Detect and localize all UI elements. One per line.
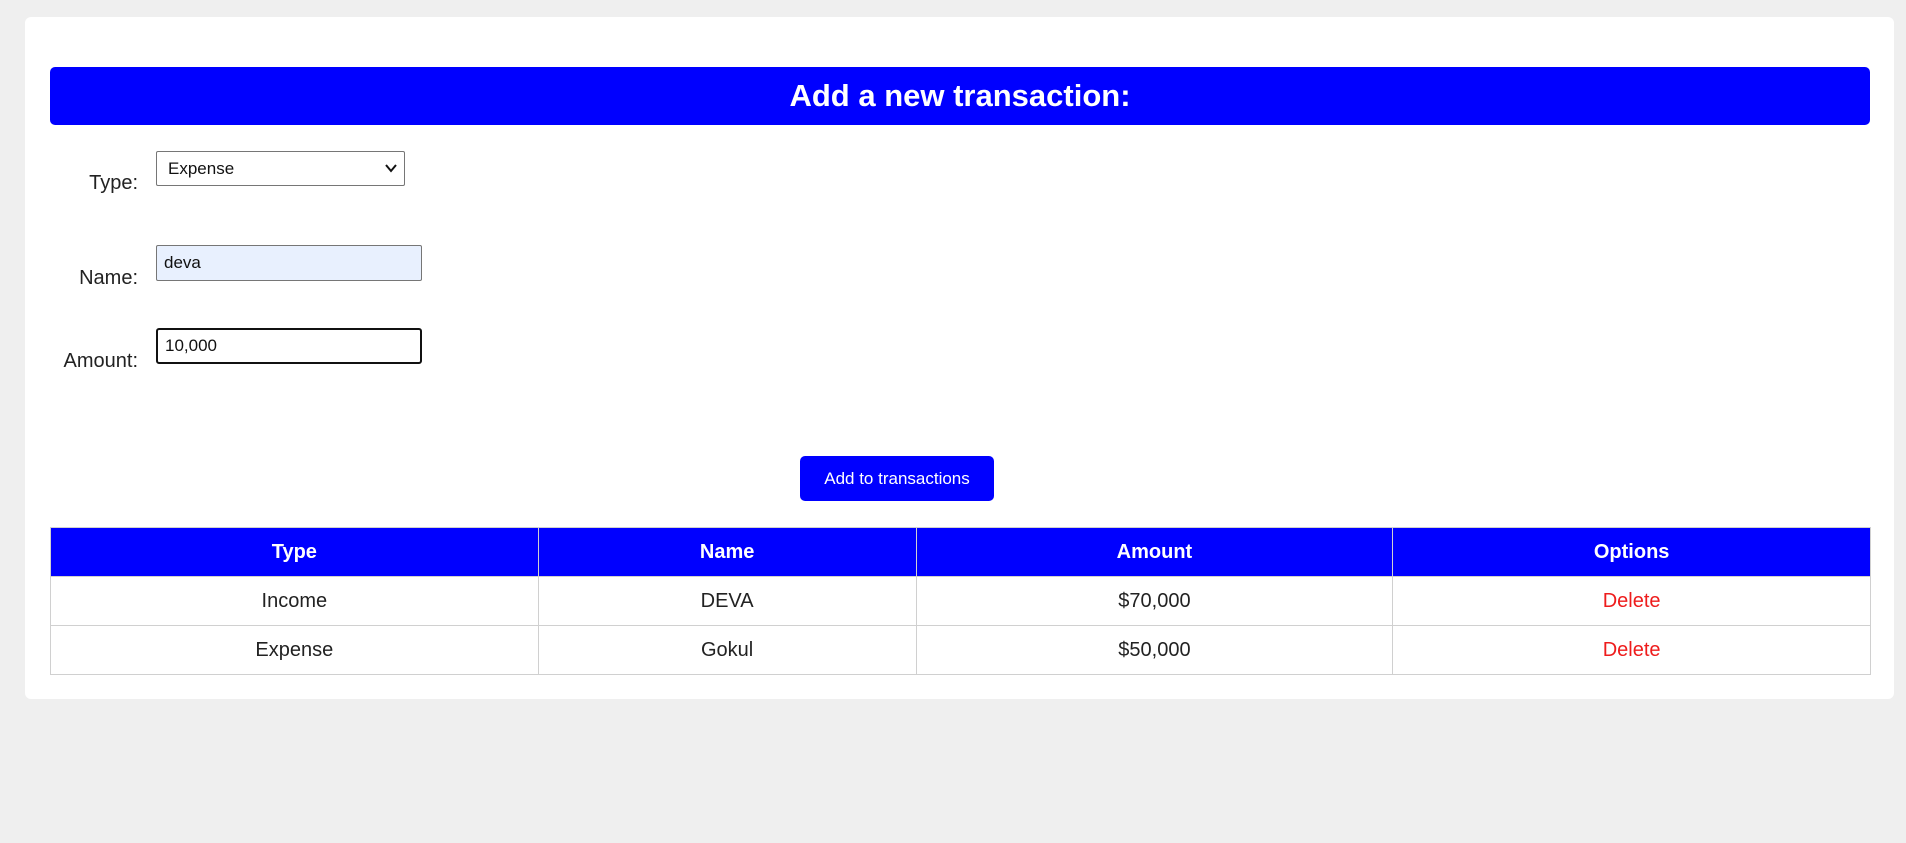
delete-button[interactable]: Delete — [1603, 590, 1661, 612]
row-name: Gokul — [537, 625, 917, 675]
table-header-row: Type Name Amount Options — [50, 527, 1871, 577]
name-input[interactable]: deva — [156, 245, 422, 281]
type-select[interactable]: Expense — [156, 151, 405, 186]
header-amount: Amount — [915, 527, 1394, 577]
header-type: Type — [50, 527, 539, 577]
row-options: Delete — [1392, 625, 1871, 675]
table-row: Expense Gokul $50,000 Delete — [50, 625, 1871, 675]
name-label: Name: — [79, 267, 138, 289]
chevron-down-icon — [385, 164, 397, 173]
amount-input[interactable]: 10,000 — [156, 328, 422, 364]
header-options: Options — [1392, 527, 1871, 577]
row-options: Delete — [1392, 576, 1871, 626]
type-label: Type: — [89, 172, 138, 194]
header-name: Name — [537, 527, 917, 577]
add-to-transactions-button[interactable]: Add to transactions — [800, 456, 994, 501]
transactions-table: Type Name Amount Options Income DEVA $70… — [50, 527, 1871, 675]
row-amount: $70,000 — [915, 576, 1394, 626]
row-amount: $50,000 — [915, 625, 1394, 675]
row-type: Income — [50, 576, 539, 626]
type-select-value: Expense — [168, 159, 235, 178]
amount-label: Amount: — [63, 350, 138, 372]
content-card: Add a new transaction: Type: Expense Nam… — [25, 17, 1894, 699]
delete-button[interactable]: Delete — [1603, 639, 1661, 661]
row-name: DEVA — [537, 576, 917, 626]
form-title: Add a new transaction: — [50, 67, 1870, 125]
row-type: Expense — [50, 625, 539, 675]
table-row: Income DEVA $70,000 Delete — [50, 576, 1871, 626]
